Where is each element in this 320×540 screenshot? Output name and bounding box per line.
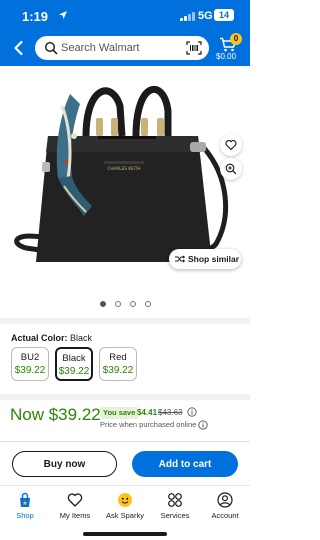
variant-price: $39.22 [102,365,134,376]
network-type: 5G [198,10,213,22]
was-price: $43.63 [158,408,183,417]
cart-button[interactable]: 0 $0.00 [214,32,244,64]
zoom-in-icon [225,163,237,175]
shop-similar-label: Shop similar [188,254,240,264]
nav-label: Account [211,511,239,520]
status-bar: 1:19 5G 14 [0,0,250,30]
search-icon [44,41,58,55]
variant-label: Actual Color: Black [11,333,92,343]
nav-item-shop[interactable]: Shop [1,492,49,526]
nav-item-services[interactable]: Services [151,492,199,526]
nav-label: My Items [59,511,91,520]
savings-amount: $4.41 [137,408,158,417]
sparky-icon [118,493,132,507]
home-indicator [83,532,167,536]
variant-price: $39.22 [58,366,90,377]
current-price: Now $39.22 [10,405,101,424]
carousel-dot[interactable] [114,301,121,307]
battery-indicator: 14 [214,9,234,21]
cart-count-badge: 0 [230,33,242,45]
savings-badge: You save [100,407,139,419]
bag-brand-print: CHARLES KEITH [107,166,140,171]
variant-label-title: Actual Color: [11,333,68,343]
signal-icon [180,12,198,21]
info-icon[interactable] [198,420,208,430]
barcode-scan-icon[interactable] [186,41,202,55]
nav-label: Ask Sparky [106,511,144,520]
variant-price: $39.22 [14,365,46,376]
shop-similar-button[interactable]: Shop similar [169,249,241,269]
variant-name: Red [109,352,127,363]
variant-name: BU2 [20,352,40,363]
variant-option-red[interactable]: Red $39.22 [99,347,137,381]
variant-selected-value: Black [70,333,93,343]
add-to-cart-button[interactable]: Add to cart [132,451,238,477]
section-divider [0,318,250,324]
carousel-dot[interactable] [129,301,136,307]
shuffle-icon [175,255,185,263]
carousel-dot[interactable] [99,301,106,307]
buy-now-button[interactable]: Buy now [12,451,117,477]
info-icon[interactable] [187,407,197,417]
location-arrow-icon [59,11,67,19]
account-icon [217,492,233,508]
nav-item-ask-sparky[interactable]: Ask Sparky [101,492,149,526]
status-time: 1:19 [22,9,49,24]
variant-name: Black [62,353,86,364]
services-icon [168,493,182,507]
price-note: Price when purchased online [100,420,197,429]
app-header: 0 $0.00 [0,30,250,66]
nav-item-my-items[interactable]: My Items [51,492,99,526]
search-bar[interactable] [35,36,209,60]
nav-label: Services [160,511,190,520]
shop-icon [20,492,30,507]
variant-option-bu2[interactable]: BU2 $39.22 [11,347,49,381]
variant-option-black[interactable]: Black $39.22 [55,347,93,381]
search-input[interactable] [61,39,181,57]
heart-icon [67,493,83,507]
variant-options: BU2 $39.22 Black $39.22 Red $39.22 [11,347,241,383]
nav-item-account[interactable]: Account [201,492,249,526]
section-divider [0,394,250,400]
cart-total: $0.00 [216,52,237,61]
zoom-button[interactable] [220,158,242,180]
carousel-pagination [0,294,250,307]
heart-outline-icon [225,140,237,151]
nav-label: Shop [16,511,34,520]
product-page: 1:19 5G 14 0 $0.00 [0,0,250,540]
favorite-button[interactable] [220,134,242,156]
carousel-dot[interactable] [144,301,151,307]
back-arrow-icon[interactable] [10,39,28,57]
section-divider [0,441,250,442]
